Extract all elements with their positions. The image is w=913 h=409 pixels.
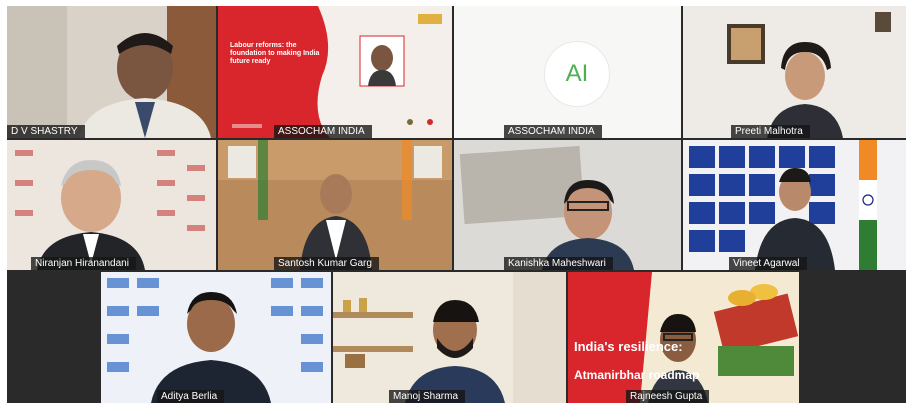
participant-name-label: Aditya Berlia — [157, 390, 225, 403]
background-slide-subtitle: Atmanirbhar roadmap — [574, 368, 700, 382]
video-gallery: D V SHASTRY Labour reforms: the foundati… — [7, 6, 906, 403]
participant-name-label: Rajneesh Gupta — [626, 390, 710, 403]
video-tile-rajneesh-gupta[interactable]: India's resilience: Atmanirbhar roadmap … — [568, 272, 799, 403]
video-tile-manoj-sharma[interactable]: Manoj Sharma — [333, 272, 566, 403]
video-tile-kanishka-maheshwari[interactable]: Kanishka Maheshwari — [454, 140, 681, 270]
screenshot-stage: D V SHASTRY Labour reforms: the foundati… — [0, 0, 913, 409]
participant-name-label: Santosh Kumar Garg — [274, 257, 379, 270]
video-tile-niranjan-hiranandani[interactable]: Niranjan Hiranandani — [7, 140, 216, 270]
avatar: AI — [544, 41, 610, 107]
participant-video — [454, 140, 681, 270]
participant-video — [218, 140, 452, 270]
participant-name-label: Niranjan Hiranandani — [31, 257, 136, 270]
participant-video — [7, 140, 216, 270]
video-tile-d-v-shastry[interactable]: D V SHASTRY — [7, 6, 216, 138]
video-tile-assocham-avatar[interactable]: AI ASSOCHAM INDIA — [454, 6, 681, 138]
participant-name-label: ASSOCHAM INDIA — [504, 125, 602, 138]
participant-video — [101, 272, 331, 403]
video-tile-aditya-berlia[interactable]: Aditya Berlia — [101, 272, 331, 403]
video-tile-preeti-malhotra[interactable]: Preeti Malhotra — [683, 6, 906, 138]
participant-name-label: Manoj Sharma — [389, 390, 466, 403]
avatar-initials: AI — [565, 60, 589, 87]
participant-name-label: Kanishka Maheshwari — [504, 257, 613, 270]
participant-name-label: D V SHASTRY — [7, 125, 85, 138]
video-tile-shared-slide[interactable]: Labour reforms: the foundation to making… — [218, 6, 452, 138]
participant-name-label: ASSOCHAM INDIA — [274, 125, 372, 138]
presentation-slide — [218, 6, 452, 138]
participant-video — [683, 6, 906, 138]
participant-video — [333, 272, 566, 403]
participant-video — [7, 6, 216, 138]
participant-video — [683, 140, 906, 270]
video-tile-santosh-kumar-garg[interactable]: Santosh Kumar Garg — [218, 140, 452, 270]
slide-title: Labour reforms: the foundation to making… — [230, 42, 320, 65]
participant-name-label: Preeti Malhotra — [731, 125, 810, 138]
virtual-background — [568, 272, 799, 403]
background-slide-title: India's resilience: — [574, 339, 683, 354]
participant-name-label: Vineet Agarwal — [729, 257, 807, 270]
video-tile-vineet-agarwal[interactable]: Vineet Agarwal — [683, 140, 906, 270]
